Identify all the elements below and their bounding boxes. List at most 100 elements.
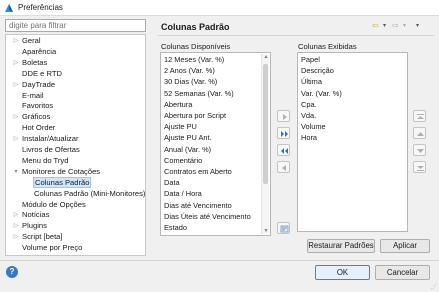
available-column-item[interactable]: Dias até Vencimento xyxy=(164,201,232,211)
resize-grip-icon[interactable]: ⋰ xyxy=(431,283,437,290)
available-column-item[interactable]: 30 Dias (Var. %) xyxy=(164,77,217,87)
collapsed-arrow-icon[interactable]: ▷ xyxy=(12,134,20,144)
back-arrow-icon[interactable]: ⇦ xyxy=(372,21,379,30)
available-column-item[interactable]: Anual (Var. %) xyxy=(164,145,211,155)
move-bottom-button[interactable] xyxy=(413,161,426,173)
tree-item[interactable]: ▷ Plugins xyxy=(14,221,47,231)
collapsed-arrow-icon[interactable]: ▷ xyxy=(12,221,20,231)
tree-item[interactable]: ▾ Monitores de Cotações xyxy=(14,166,101,177)
tree-item-label: Monitores de Cotações xyxy=(22,166,101,176)
tree-item[interactable]: ▷ DayTrade xyxy=(14,79,56,90)
column-settings-button[interactable] xyxy=(277,222,290,234)
expanded-arrow-icon[interactable]: ▾ xyxy=(12,167,20,177)
tree-item[interactable]: Livros de Ofertas xyxy=(22,145,80,155)
tree-item[interactable]: ▷ Boletas xyxy=(14,57,48,68)
scroll-up-icon[interactable]: ▲ xyxy=(262,54,270,60)
scroll-thumb[interactable] xyxy=(263,64,268,184)
available-column-item[interactable]: 2 Anos (Var. %) xyxy=(164,66,215,76)
available-column-item[interactable]: Abertura por Script xyxy=(164,111,226,121)
available-columns-list[interactable]: ▲ ▼ 12 Meses (Var. %) 2 Anos (Var. %) 30 D… xyxy=(160,52,271,236)
tree-item-label: Boletas xyxy=(22,57,48,67)
restore-defaults-button[interactable]: Restaurar Padrões xyxy=(307,239,375,253)
shown-column-item[interactable]: Hora xyxy=(301,133,317,143)
forward-dropdown-icon[interactable]: ▾ xyxy=(403,22,406,29)
available-column-item[interactable]: Ajuste PU xyxy=(164,122,197,132)
tree-item[interactable]: Colunas Padrão xyxy=(32,176,92,188)
tree-item[interactable]: Aparência xyxy=(22,47,56,57)
back-dropdown-icon[interactable]: ▾ xyxy=(383,22,386,29)
tree-item[interactable]: Colunas Padrão (Mini-Monitores) xyxy=(34,189,145,199)
move-all-left-button[interactable] xyxy=(277,144,290,156)
tree-item[interactable]: Módulo de Opções xyxy=(22,200,86,210)
move-up-icon xyxy=(417,132,424,136)
title-bar: Preferências xyxy=(0,0,439,16)
available-column-item[interactable]: Ajuste PU Ant. xyxy=(164,133,212,143)
available-column-item[interactable]: Contratos em Aberto xyxy=(164,167,232,177)
forward-arrow-icon[interactable]: ⇨ xyxy=(392,21,399,30)
shown-column-item[interactable]: Papel xyxy=(301,55,320,65)
collapsed-arrow-icon[interactable]: ▷ xyxy=(12,58,20,68)
collapsed-arrow-icon[interactable]: ▷ xyxy=(12,112,20,122)
scroll-down-icon[interactable]: ▼ xyxy=(262,228,270,234)
tree-item[interactable]: Volume por Preço xyxy=(22,243,82,253)
move-down-icon xyxy=(417,149,424,153)
tree-item[interactable]: ▷ Geral xyxy=(14,36,41,46)
available-scrollbar[interactable]: ▲ ▼ xyxy=(261,54,269,234)
tree-item-label: Hot Order xyxy=(22,123,56,133)
move-up-button[interactable] xyxy=(413,127,426,139)
cancel-button[interactable]: Cancelar xyxy=(375,265,430,280)
shown-column-item[interactable]: Descrição xyxy=(301,66,334,76)
available-column-item[interactable]: Dias Úteis até Vencimento xyxy=(164,212,251,222)
tree-item-label: DayTrade xyxy=(22,79,56,89)
shown-column-item[interactable]: Vda. xyxy=(301,111,316,121)
tree-item[interactable]: ▷ Gráficos xyxy=(14,112,51,122)
available-column-item[interactable]: 12 Meses (Var. %) xyxy=(164,55,224,65)
shown-column-item[interactable]: Última xyxy=(301,77,322,87)
move-left-button[interactable] xyxy=(277,161,290,173)
move-bottom-icon xyxy=(417,166,424,171)
collapsed-arrow-icon[interactable]: ▷ xyxy=(12,232,20,242)
tree-item-label: Módulo de Opções xyxy=(22,199,86,209)
available-column-item[interactable]: Comentário xyxy=(164,156,202,166)
shown-column-item[interactable]: Volume xyxy=(301,122,326,132)
tree-item[interactable]: ▷ Notícias xyxy=(14,210,50,220)
available-column-item[interactable]: Estado xyxy=(164,223,187,233)
available-column-item[interactable]: Data xyxy=(164,178,180,188)
apply-button[interactable]: Aplicar xyxy=(380,239,430,253)
help-icon[interactable]: ? xyxy=(6,266,18,278)
available-column-item[interactable]: Data / Hora xyxy=(164,189,202,199)
tree-item[interactable]: ▷ Script [beta] xyxy=(14,232,63,242)
footer-separator xyxy=(0,260,439,261)
tree-item-label: Plugins xyxy=(22,221,47,231)
filter-input[interactable] xyxy=(5,19,146,32)
tree-item-label: Volume por Preço xyxy=(22,243,83,253)
tree-item[interactable]: Menu do Tryd xyxy=(22,156,68,166)
shown-column-item[interactable]: Cpa. xyxy=(301,100,317,110)
collapsed-arrow-icon[interactable]: ▷ xyxy=(12,210,20,220)
preferences-tree: ▷ Geral Aparência ▷ Boletas DDE e RTD ▷ DayTrad… xyxy=(5,34,146,256)
move-right-button[interactable] xyxy=(277,110,290,122)
view-menu-icon[interactable]: ▾ xyxy=(416,22,419,29)
tree-item[interactable]: Favoritos xyxy=(22,101,53,111)
tree-item[interactable]: Hot Order xyxy=(22,123,55,133)
move-all-right-button[interactable] xyxy=(277,127,290,139)
collapsed-arrow-icon[interactable]: ▷ xyxy=(12,80,20,90)
collapsed-arrow-icon[interactable]: ▷ xyxy=(12,36,20,46)
app-icon xyxy=(5,4,13,12)
tree-item[interactable]: DDE e RTD xyxy=(22,69,62,79)
shown-columns-list[interactable]: Papel Descrição Última Var. (Var. %) Cpa. Vda… xyxy=(297,52,408,232)
move-top-button[interactable] xyxy=(413,110,426,122)
move-down-button[interactable] xyxy=(413,144,426,156)
available-column-item[interactable]: 52 Semanas (Var. %) xyxy=(164,89,234,99)
available-column-item[interactable]: Abertura xyxy=(164,100,192,110)
double-arrow-left-icon xyxy=(281,148,288,154)
tree-item[interactable]: E-mail xyxy=(22,91,44,101)
ok-button[interactable]: OK xyxy=(315,265,370,280)
tree-item-label: DDE e RTD xyxy=(22,68,62,78)
shown-column-item[interactable]: Var. (Var. %) xyxy=(301,89,342,99)
tree-item-label: Menu do Tryd xyxy=(22,155,69,165)
double-arrow-right-icon xyxy=(281,131,288,137)
tree-item-label: Colunas Padrão (Mini-Monitores) xyxy=(34,188,146,198)
tree-item-label: Instalar/Atualizar xyxy=(22,134,79,144)
tree-item[interactable]: ▷ Instalar/Atualizar xyxy=(14,134,79,144)
